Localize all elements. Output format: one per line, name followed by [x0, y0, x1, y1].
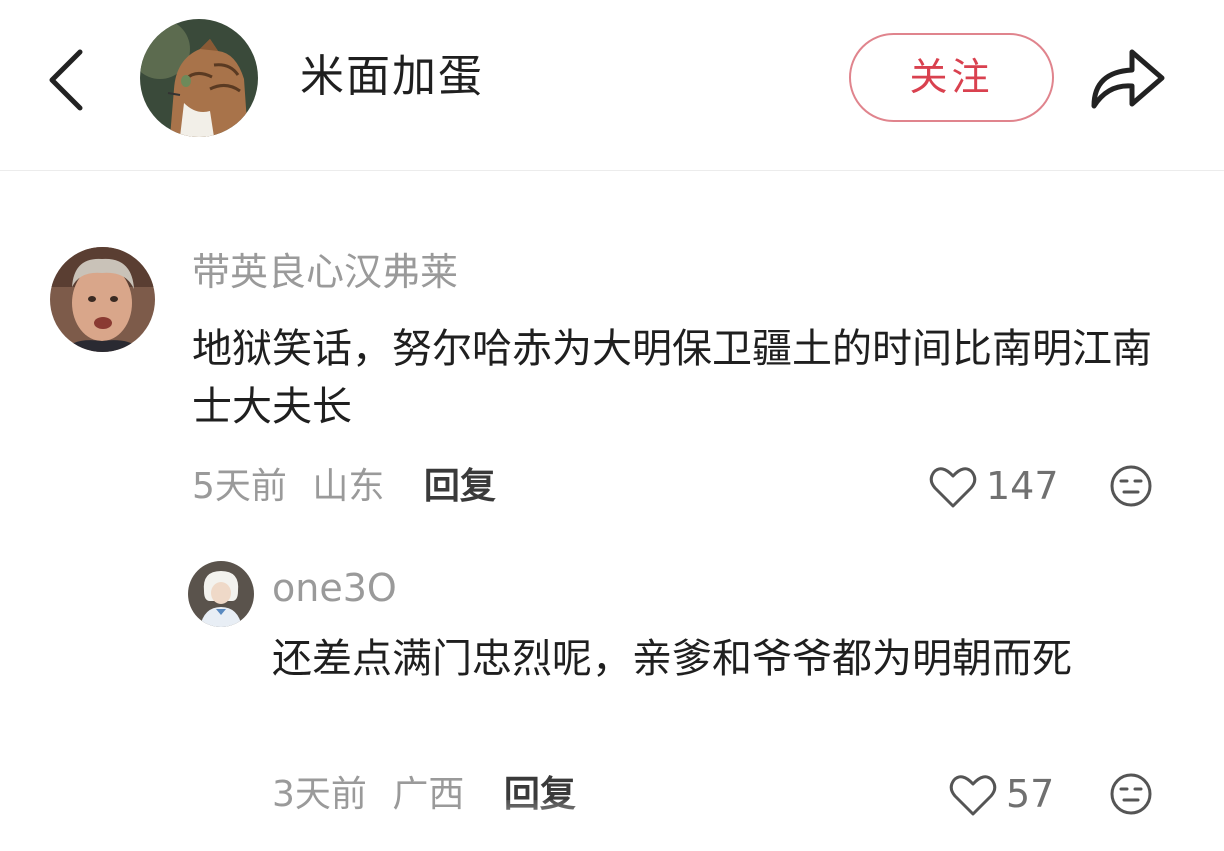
comment-meta: 5天前 山东 回复 [192, 460, 496, 514]
back-button[interactable] [40, 44, 96, 116]
share-arrow-icon [1091, 49, 1165, 109]
like-button[interactable] [928, 462, 978, 512]
comment-username[interactable]: 带英良心汉弗莱 [192, 244, 458, 300]
comment-location: 山东 [312, 466, 385, 507]
follow-button[interactable]: 关注 [849, 33, 1054, 122]
reply-avatar[interactable] [188, 561, 254, 627]
neutral-face-icon [1110, 465, 1152, 507]
top-bar: 米面加蛋 关注 [0, 0, 1224, 171]
reply-text: 还差点满门忠烈呢，亲爹和爷爷都为明朝而死 [272, 636, 1072, 682]
heart-icon [929, 467, 977, 508]
like-count: 147 [986, 464, 1059, 508]
neutral-face-icon [1110, 773, 1152, 815]
bottom-fade-overlay [480, 800, 740, 851]
reply-button[interactable]: 回复 [424, 460, 496, 514]
reply-username[interactable]: one3O [272, 560, 397, 616]
reaction-button[interactable] [1109, 772, 1153, 816]
comment-time: 5天前 [192, 466, 287, 507]
chevron-left-icon [49, 49, 83, 111]
reply-time: 3天前 [272, 774, 367, 815]
author-name[interactable]: 米面加蛋 [300, 46, 484, 108]
reaction-button[interactable] [1109, 464, 1153, 508]
reply-location: 广西 [392, 774, 465, 815]
like-count: 57 [1006, 772, 1055, 816]
commenter-avatar[interactable] [50, 247, 155, 352]
like-button[interactable] [948, 770, 998, 820]
comment-text: 地狱笑话，努尔哈赤为大明保卫疆土的时间比南明江南士大夫长 [192, 326, 1152, 430]
heart-icon [949, 775, 997, 816]
share-button[interactable] [1088, 42, 1168, 114]
author-avatar[interactable] [140, 19, 258, 137]
